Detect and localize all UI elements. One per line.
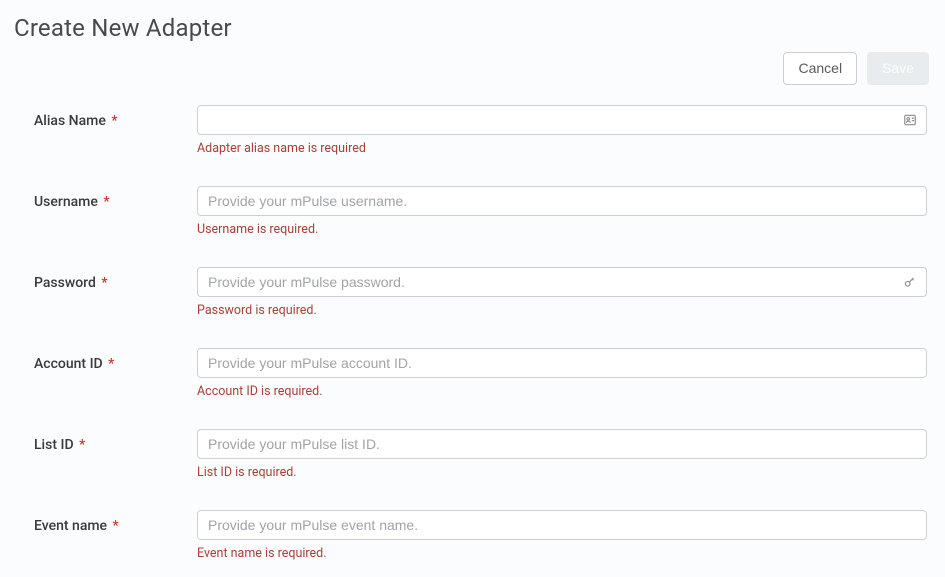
list-id-input[interactable]	[197, 429, 927, 459]
form-row-password: Password * Password is required.	[34, 267, 927, 318]
field-error: Password is required.	[197, 303, 927, 318]
required-indicator: *	[108, 356, 114, 372]
field-label: Password *	[34, 267, 197, 291]
required-indicator: *	[113, 518, 119, 534]
field-label: Account ID *	[34, 348, 197, 372]
label-text: List ID	[34, 437, 74, 453]
field-label: Alias Name *	[34, 105, 197, 129]
save-button[interactable]: Save	[867, 52, 929, 85]
field-error: List ID is required.	[197, 465, 927, 480]
field-label: List ID *	[34, 429, 197, 453]
username-input[interactable]	[197, 186, 927, 216]
label-text: Event name	[34, 518, 107, 534]
password-input[interactable]	[197, 267, 927, 297]
required-indicator: *	[101, 275, 107, 291]
label-text: Username	[34, 194, 98, 210]
form-row-list-id: List ID * List ID is required.	[34, 429, 927, 480]
required-indicator: *	[111, 113, 117, 129]
field-error: Account ID is required.	[197, 384, 927, 399]
field-label: Username *	[34, 186, 197, 210]
page-title: Create New Adapter	[14, 14, 929, 42]
form-row-event-name: Event name * Event name is required.	[34, 510, 927, 561]
cancel-button[interactable]: Cancel	[783, 52, 857, 85]
label-text: Password	[34, 275, 96, 291]
form-row-username: Username * Username is required.	[34, 186, 927, 237]
field-error: Adapter alias name is required	[197, 141, 927, 156]
field-error: Event name is required.	[197, 546, 927, 561]
label-text: Account ID	[34, 356, 103, 372]
adapter-form: Alias Name * Adapt	[14, 105, 929, 561]
account-id-input[interactable]	[197, 348, 927, 378]
form-row-account-id: Account ID * Account ID is required.	[34, 348, 927, 399]
action-bar: Cancel Save	[14, 52, 929, 85]
required-indicator: *	[103, 194, 109, 210]
required-indicator: *	[79, 437, 85, 453]
field-label: Event name *	[34, 510, 197, 534]
field-error: Username is required.	[197, 222, 927, 237]
form-row-alias-name: Alias Name * Adapt	[34, 105, 927, 156]
label-text: Alias Name	[34, 113, 106, 129]
event-name-input[interactable]	[197, 510, 927, 540]
alias-name-input[interactable]	[197, 105, 927, 135]
